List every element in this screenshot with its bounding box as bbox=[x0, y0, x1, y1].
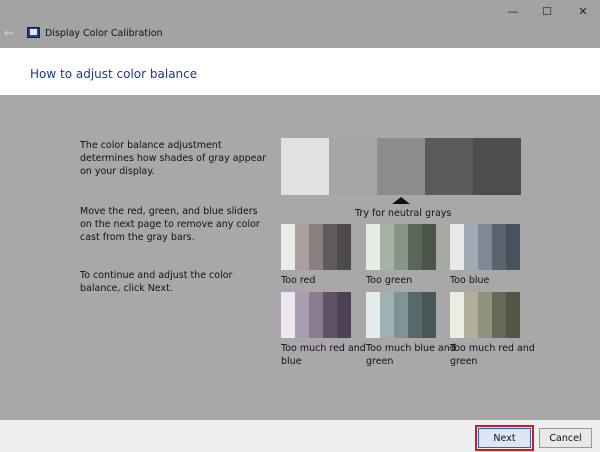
gray-bar bbox=[329, 138, 377, 195]
pointer-up-icon bbox=[392, 197, 410, 204]
color-cast-swatch bbox=[450, 224, 520, 270]
swatch-label: Too much blue and green bbox=[366, 343, 456, 367]
swatch-bar bbox=[309, 224, 323, 270]
swatch-bar bbox=[492, 224, 506, 270]
title-bar: ← Display Color Calibration — ☐ ✕ bbox=[0, 0, 600, 48]
color-cast-swatch bbox=[450, 292, 520, 338]
swatch-bar bbox=[450, 224, 464, 270]
swatch-bar bbox=[408, 292, 422, 338]
swatch-bar bbox=[422, 224, 436, 270]
swatch-bar bbox=[506, 292, 520, 338]
swatch-bar bbox=[492, 292, 506, 338]
swatch-bar bbox=[380, 292, 394, 338]
swatch-bar bbox=[450, 292, 464, 338]
neutral-grays-label: Try for neutral grays bbox=[355, 208, 452, 219]
gray-bar bbox=[281, 138, 329, 195]
swatch-bar bbox=[295, 224, 309, 270]
color-cast-swatch bbox=[366, 292, 436, 338]
swatch-label: Too red bbox=[281, 275, 316, 286]
maximize-button[interactable]: ☐ bbox=[536, 4, 558, 18]
swatch-label: Too much red and green bbox=[450, 343, 535, 367]
swatch-bar bbox=[394, 224, 408, 270]
gray-bar bbox=[425, 138, 473, 195]
footer: Next Cancel bbox=[0, 420, 600, 452]
content-area: The color balance adjustment determines … bbox=[0, 95, 600, 420]
gray-bar bbox=[473, 138, 521, 195]
instruction-2: Move the red, green, and blue sliders on… bbox=[80, 206, 260, 243]
swatch-bar bbox=[478, 292, 492, 338]
color-cast-swatch bbox=[366, 224, 436, 270]
neutral-gray-bars bbox=[281, 138, 521, 195]
gray-bar bbox=[377, 138, 425, 195]
minimize-button[interactable]: — bbox=[502, 4, 524, 18]
swatch-label: Too much red and blue bbox=[281, 343, 366, 367]
swatch-bar bbox=[295, 292, 309, 338]
swatch-bar bbox=[366, 292, 380, 338]
window-title: Display Color Calibration bbox=[45, 28, 163, 39]
swatch-bar bbox=[422, 292, 436, 338]
swatch-label: Too green bbox=[366, 275, 413, 286]
instruction-3: To continue and adjust the color balance… bbox=[80, 270, 233, 294]
swatch-bar bbox=[309, 292, 323, 338]
color-cast-swatch bbox=[281, 292, 351, 338]
display-color-calibration-icon bbox=[27, 27, 40, 38]
back-arrow-icon[interactable]: ← bbox=[4, 26, 14, 40]
swatch-bar bbox=[380, 224, 394, 270]
swatch-bar bbox=[464, 224, 478, 270]
swatch-bar bbox=[478, 224, 492, 270]
instruction-1: The color balance adjustment determines … bbox=[80, 140, 267, 177]
swatch-bar bbox=[464, 292, 478, 338]
swatch-label: Too blue bbox=[450, 275, 490, 286]
swatch-bar bbox=[281, 292, 295, 338]
color-cast-swatch bbox=[281, 224, 351, 270]
close-button[interactable]: ✕ bbox=[572, 4, 594, 18]
next-button[interactable]: Next bbox=[475, 425, 534, 451]
swatch-bar bbox=[337, 292, 351, 338]
swatch-bar bbox=[337, 224, 351, 270]
swatch-bar bbox=[323, 292, 337, 338]
page-heading: How to adjust color balance bbox=[30, 67, 198, 81]
swatch-bar bbox=[408, 224, 422, 270]
heading-band: How to adjust color balance bbox=[0, 48, 600, 95]
cancel-button[interactable]: Cancel bbox=[539, 428, 592, 448]
swatch-bar bbox=[506, 224, 520, 270]
swatch-bar bbox=[394, 292, 408, 338]
swatch-bar bbox=[281, 224, 295, 270]
swatch-bar bbox=[323, 224, 337, 270]
swatch-bar bbox=[366, 224, 380, 270]
